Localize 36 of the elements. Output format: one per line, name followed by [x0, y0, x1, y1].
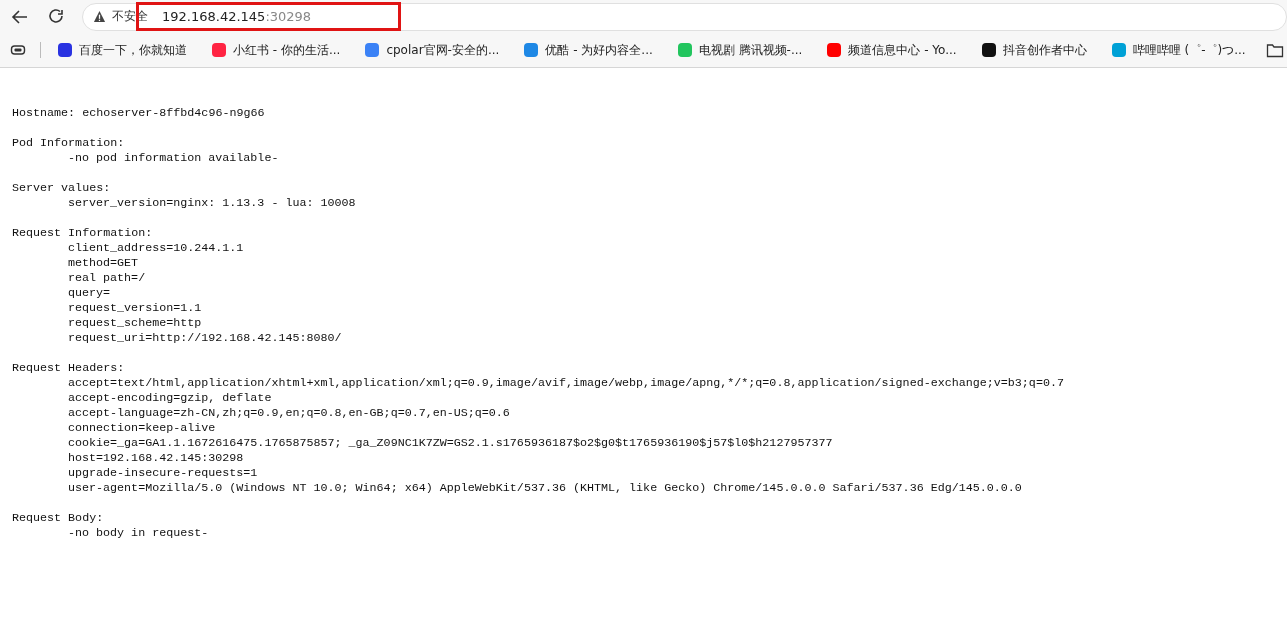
hostname-line: Hostname: echoserver-8ffbd4c96-n9g66	[12, 106, 265, 121]
value-line: request_uri=http://192.168.42.145:8080/	[68, 331, 342, 346]
folder-icon[interactable]	[1265, 42, 1284, 58]
section-heading: Request Body:	[12, 511, 104, 526]
value-line: query=	[68, 286, 111, 301]
value-line: accept-encoding=gzip, deflate	[68, 391, 272, 406]
bookmark[interactable]: 优酷 - 为好内容全...	[519, 41, 673, 59]
section-heading: Request Information:	[12, 226, 153, 241]
value-line: user-agent=Mozilla/5.0 (Windows NT 10.0; Win64; x64) AppleWebKit/537.36 (KHTML, like Gecko) Chrome/145.0.0.0 Safari/537.36 Edg/145.0.0.0	[68, 481, 1022, 496]
section-heading: Server values:	[12, 181, 111, 196]
value-line: connection=keep-alive	[68, 421, 216, 436]
value-line: server_version=nginx: 1.13.3 - lua: 10008	[68, 196, 356, 211]
value-line: request_version=1.1	[68, 301, 202, 316]
value-line: -no pod information available-	[68, 151, 279, 166]
value-line: -no body in request-	[68, 526, 209, 541]
tab-actions-icon[interactable]	[10, 42, 26, 58]
value-line: host=192.168.42.145:30298	[68, 451, 244, 466]
bookmark[interactable]: cpolar官网-安全的...	[360, 41, 520, 59]
value-line: cookie=_ga=GA1.1.1672616475.1765875857; _ga_Z09NC1K7ZW=GS2.1.s1765936187$o2$g0$t1765936190$j57$l0$h2127957377	[68, 436, 833, 451]
bookmark[interactable]: 抖音创作者中心	[976, 41, 1107, 59]
value-line: accept=text/html,application/xhtml+xml,application/xml;q=0.9,image/avif,image/webp,image/apng,*/*;q=0.8,application/signed-exchange;v=b3;q=0.7	[68, 376, 1064, 391]
section-heading: Pod Information:	[12, 136, 125, 151]
bookmark[interactable]: 频道信息中心 - Yo...	[822, 41, 977, 59]
warning-icon	[93, 10, 106, 23]
url-text: 192.168.42.145:30298	[162, 9, 312, 24]
section-heading: Request Headers:	[12, 361, 125, 376]
bookmark[interactable]: 百度一下，你就知道	[53, 41, 207, 59]
bookmark[interactable]: 电视剧 腾讯视频-...	[672, 41, 823, 59]
value-line: client_address=10.244.1.1	[68, 241, 244, 256]
value-line: real path=/	[68, 271, 146, 286]
bookmark[interactable]: 哔哩哔哩 (゜-゜)つ...	[1106, 41, 1266, 59]
value-line: upgrade-insecure-requests=1	[68, 466, 258, 481]
value-line: method=GET	[68, 256, 139, 271]
value-line: accept-language=zh-CN,zh;q=0.9,en;q=0.8,en-GB;q=0.7,en-US;q=0.6	[68, 406, 510, 421]
value-line: request_scheme=http	[68, 316, 202, 331]
bookmark[interactable]: 小红书 - 你的生活...	[207, 41, 361, 59]
